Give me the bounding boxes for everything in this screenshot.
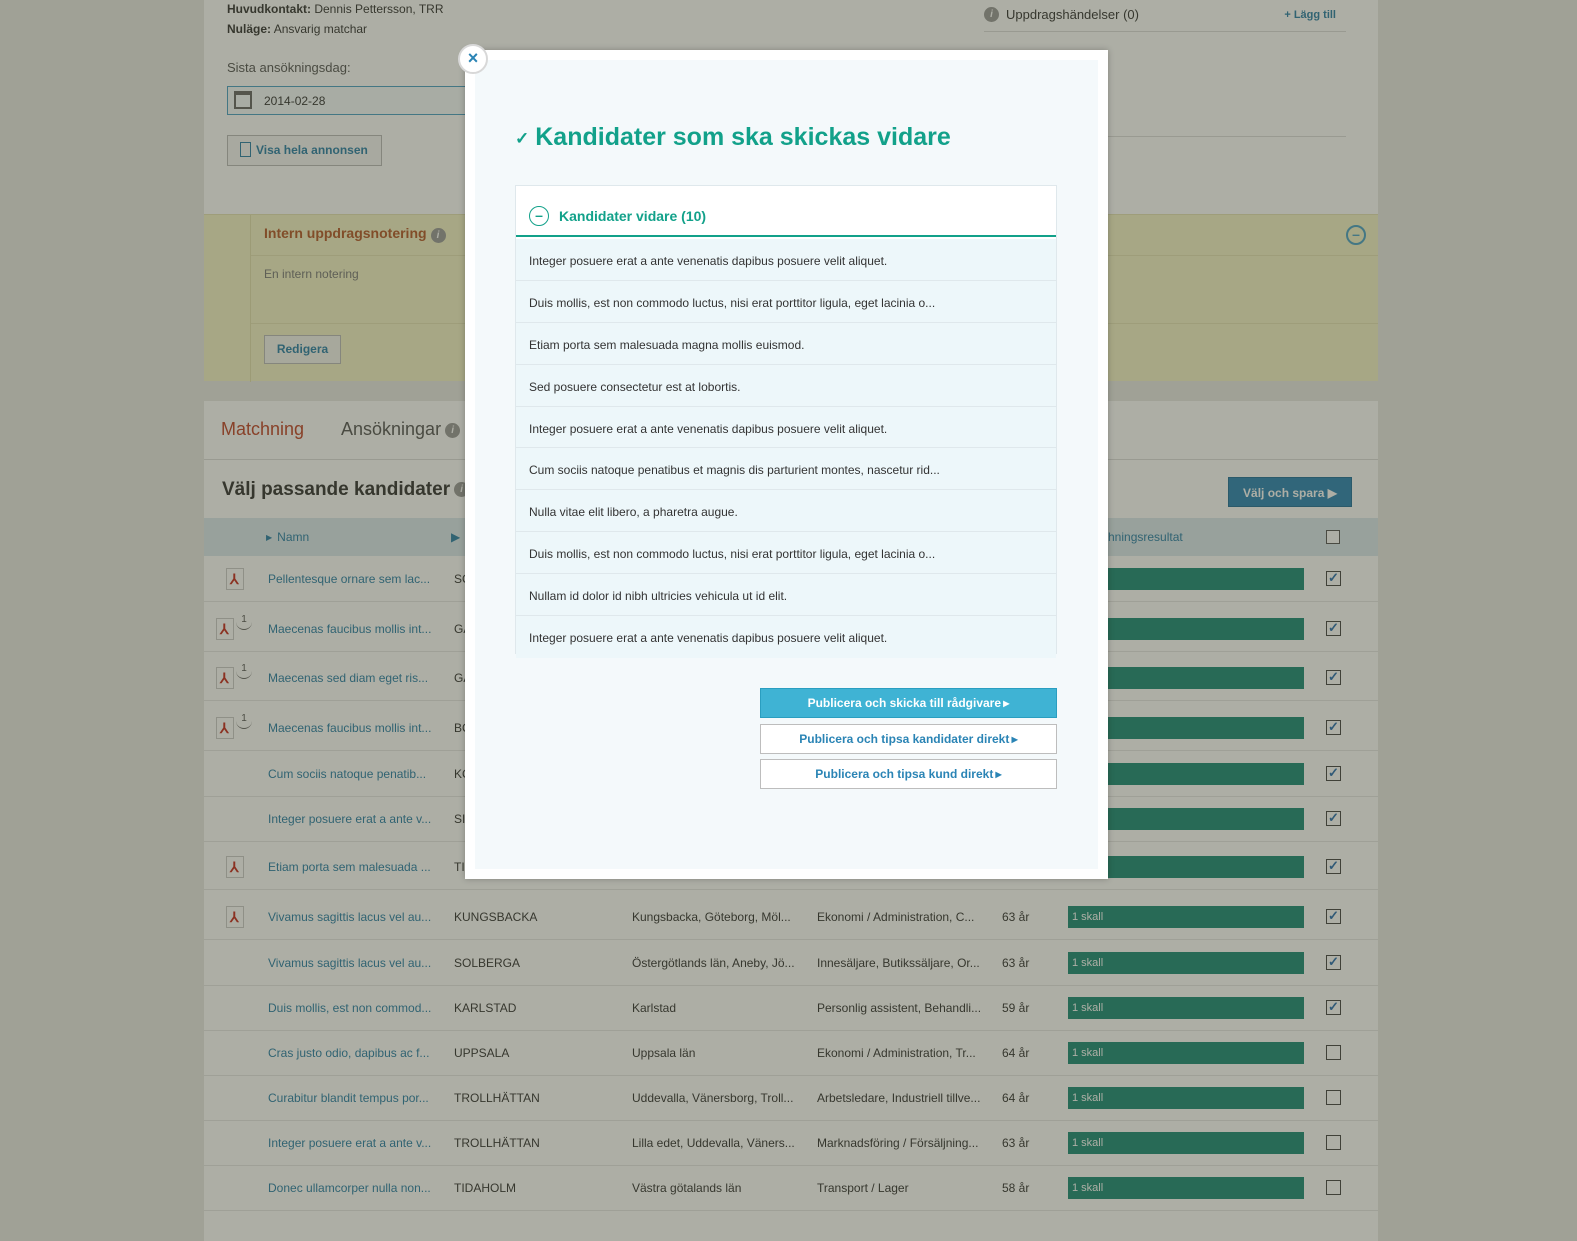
publish-send-advisor-button[interactable]: Publicera och skicka till rådgivare [760,688,1057,718]
list-item: Etiam porta sem malesuada magna mollis e… [516,322,1056,365]
close-icon[interactable]: × [458,44,488,74]
panel-title: Kandidater vidare (10) [559,208,707,224]
list-item: Nullam id dolor id nibh ultricies vehicu… [516,574,1056,617]
publish-tip-candidates-button[interactable]: Publicera och tipsa kandidater direkt [760,724,1057,754]
checkmark-icon: ✓ [515,129,530,148]
panel-header[interactable]: – Kandidater vidare (10) [516,186,1056,237]
list-item: Integer posuere erat a ante venenatis da… [516,239,1056,281]
list-item: Cum sociis natoque penatibus et magnis d… [516,448,1056,491]
list-item: Integer posuere erat a ante venenatis da… [516,616,1056,658]
forward-candidates-modal: ✓ Kandidater som ska skickas vidare – Kan… [465,50,1108,879]
list-item: Duis mollis, est non commodo luctus, nis… [516,532,1056,575]
list-item: Duis mollis, est non commodo luctus, nis… [516,280,1056,323]
collapse-icon[interactable]: – [529,206,549,226]
list-item: Sed posuere consectetur est at lobortis. [516,364,1056,407]
list-item: Nulla vitae elit libero, a pharetra augu… [516,490,1056,533]
publish-tip-client-button[interactable]: Publicera och tipsa kund direkt [760,759,1057,789]
list-item: Integer posuere erat a ante venenatis da… [516,406,1056,449]
candidate-list: Integer posuere erat a ante venenatis da… [516,239,1056,658]
candidates-panel: – Kandidater vidare (10) Integer posuere… [515,185,1057,658]
modal-title: ✓ Kandidater som ska skickas vidare [515,123,951,151]
